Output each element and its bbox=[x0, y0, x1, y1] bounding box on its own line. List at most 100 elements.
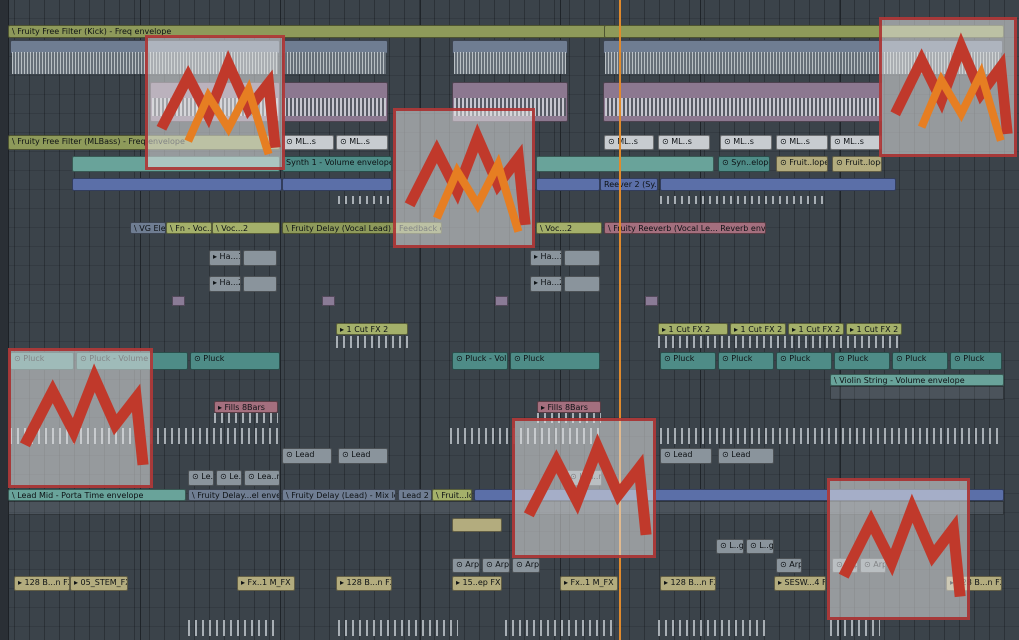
automation-clip[interactable]: Lead 2 bbox=[398, 489, 432, 501]
audio-clip[interactable]: ▸ Fills 8Bars bbox=[537, 401, 601, 413]
clip-label: Lead 2 bbox=[402, 491, 429, 500]
pattern-clip[interactable]: ⊙ Pluck bbox=[718, 352, 774, 370]
pattern-clip[interactable]: ⊙ Pluck bbox=[892, 352, 948, 370]
audio-waveform bbox=[658, 336, 902, 348]
clip-label: ⊙ ML..s bbox=[340, 137, 370, 146]
audio-clip[interactable]: ▸ 128 B...n FX 2 bbox=[14, 576, 70, 591]
pattern-clip[interactable]: ⊙ Pluck bbox=[834, 352, 890, 370]
pattern-clip[interactable]: ⊙ Arp bbox=[512, 558, 540, 573]
automation-clip[interactable] bbox=[72, 178, 282, 191]
pattern-clip[interactable]: ⊙ L..gh bbox=[716, 539, 744, 554]
automation-clip[interactable]: \ Fn - Voc..1 bbox=[166, 222, 212, 234]
pattern-clip[interactable]: ⊙ ML..s bbox=[720, 135, 772, 150]
audio-clip[interactable]: ▸ Fx..1 M_FX bbox=[237, 576, 295, 591]
pattern-clip[interactable]: ⊙ ML..s bbox=[830, 135, 882, 150]
pattern-clip[interactable] bbox=[172, 296, 185, 306]
automation-clip[interactable]: \ Fruity Delay...el envelope bbox=[188, 489, 280, 501]
automation-clip[interactable]: \ Fruit...lope bbox=[432, 489, 472, 501]
pattern-clip[interactable] bbox=[645, 296, 658, 306]
audio-clip[interactable]: ▸ Ha...2 bbox=[530, 276, 562, 292]
clip-label: ⊙ ML..s bbox=[724, 137, 754, 146]
automation-clip[interactable] bbox=[660, 178, 896, 191]
audio-waveform bbox=[658, 620, 768, 636]
automation-clip[interactable]: \ Violin String - Volume envelope bbox=[830, 374, 1004, 386]
pattern-clip[interactable]: ⊙ Arp bbox=[776, 558, 802, 573]
pattern-clip[interactable]: ⊙ Lead bbox=[718, 448, 774, 464]
pattern-clip[interactable]: ⊙ ML..s bbox=[336, 135, 388, 150]
pattern-clip[interactable]: ⊙ Le...s bbox=[216, 470, 242, 486]
pattern-clip[interactable]: ⊙ Lead bbox=[660, 448, 712, 464]
automation-clip[interactable]: Synth 1 - Volume envelope bbox=[282, 156, 392, 172]
pattern-clip[interactable]: ⊙ Lea..rs bbox=[244, 470, 280, 486]
pattern-clip[interactable]: ⊙ Arp bbox=[482, 558, 510, 573]
automation-clip[interactable]: ⊙ Fruit..lope bbox=[776, 156, 828, 172]
pattern-clip[interactable] bbox=[495, 296, 508, 306]
audio-clip[interactable]: ▸ 1 Cut FX 2 bbox=[336, 323, 408, 335]
pattern-clip[interactable]: ⊙ ML..s bbox=[604, 135, 654, 150]
pattern-clip[interactable]: ⊙ Pluck - Volume bbox=[452, 352, 508, 370]
audio-clip[interactable]: ▸ 05_STEM_FX bbox=[70, 576, 128, 591]
audio-clip[interactable] bbox=[564, 276, 600, 292]
pattern-clip[interactable]: ⊙ L..gh bbox=[746, 539, 774, 554]
automation-clip[interactable]: \ Fruity Reeverb (Vocal Le... Reverb env… bbox=[604, 222, 766, 234]
pattern-clip[interactable]: ⊙ Le...s bbox=[188, 470, 214, 486]
audio-clip[interactable]: ▸ 1 Cut FX 2 bbox=[730, 323, 786, 335]
automation-clip[interactable] bbox=[282, 178, 392, 191]
clip-label: ⊙ Pluck bbox=[194, 354, 225, 363]
audio-clip[interactable]: ▸ 1 Cut FX 2 bbox=[846, 323, 902, 335]
automation-clip[interactable] bbox=[536, 156, 714, 172]
audio-clip[interactable]: ▸ 15..ep FX bbox=[452, 576, 502, 591]
automation-clip[interactable]: \ Voc...2 bbox=[536, 222, 602, 234]
audio-clip[interactable]: ▸ Fx..1 M_FX bbox=[560, 576, 618, 591]
note-preview bbox=[660, 196, 826, 204]
clip-label: ⊙ Lea..rs bbox=[248, 472, 280, 481]
clip-label: \ Fruity Delay (Lead) - Mix level bbox=[286, 491, 395, 500]
automation-clip[interactable]: ⊙ Fruit..lope bbox=[832, 156, 882, 172]
pattern-clip[interactable]: ⊙ Pluck bbox=[776, 352, 832, 370]
pattern-clip[interactable]: ⊙ ML..s bbox=[282, 135, 334, 150]
pattern-clip[interactable]: ⊙ Pluck bbox=[510, 352, 600, 370]
clip-label: ▸ Fx..1 M_FX bbox=[564, 578, 614, 587]
audio-clip[interactable]: ▸ SESW...4 FX bbox=[774, 576, 826, 591]
automation-clip[interactable]: Reever 2 (Sy... bbox=[600, 178, 658, 191]
clip-label: ⊙ Arp bbox=[456, 560, 480, 569]
automation-clip[interactable]: \ Fruity Free Filter (Kick) - Freq envel… bbox=[8, 25, 608, 38]
audio-clip[interactable]: ▸ 128 B...n FX 2 bbox=[336, 576, 392, 591]
automation-clip[interactable] bbox=[536, 178, 600, 191]
watermark-logo-icon bbox=[827, 478, 970, 620]
automation-clip[interactable]: ⊙ Syn..elope bbox=[718, 156, 770, 172]
bar-line bbox=[140, 0, 141, 640]
pattern-clip[interactable]: ⊙ Pluck bbox=[660, 352, 716, 370]
audio-clip[interactable] bbox=[243, 276, 277, 292]
clip-label: ⊙ Lead bbox=[664, 450, 693, 459]
audio-clip[interactable] bbox=[452, 518, 502, 532]
audio-clip[interactable]: ▸ Fills 8Bars bbox=[214, 401, 278, 413]
audio-clip[interactable]: ▸ 1 Cut FX 2 bbox=[658, 323, 728, 335]
clip-label: Synth 1 - Volume envelope bbox=[286, 158, 392, 167]
audio-clip[interactable]: ▸ 128 B...n FX 2 bbox=[660, 576, 716, 591]
automation-clip[interactable]: \ Fruity Delay (Lead) - Mix level bbox=[282, 489, 396, 501]
pattern-clip[interactable]: ⊙ Pluck bbox=[190, 352, 280, 370]
playlist-area[interactable]: \ Fruity Free Filter (Kick) - Freq envel… bbox=[0, 0, 1019, 640]
audio-clip[interactable] bbox=[564, 250, 600, 266]
audio-clip[interactable]: ▸ Ha...2 bbox=[209, 276, 241, 292]
pattern-clip[interactable]: ⊙ Lead bbox=[338, 448, 388, 464]
clip-label: ⊙ Pluck bbox=[664, 354, 695, 363]
audio-clip[interactable] bbox=[243, 250, 277, 266]
automation-clip[interactable]: \ Lead Mid - Porta Time envelope bbox=[8, 489, 186, 501]
clip-label: ⊙ Pluck - Volume bbox=[456, 354, 507, 363]
pattern-clip[interactable]: ⊙ ML..s bbox=[658, 135, 710, 150]
clip-label: ⊙ Fruit..lope bbox=[780, 158, 828, 167]
audio-clip[interactable]: ▸ 1 Cut FX 2 bbox=[788, 323, 844, 335]
audio-clip[interactable]: ▸ Ha...1 bbox=[530, 250, 562, 266]
pattern-clip[interactable]: ⊙ Pluck bbox=[950, 352, 1002, 370]
pattern-clip[interactable]: ⊙ Lead bbox=[282, 448, 332, 464]
pattern-clip[interactable]: ⊙ Arp bbox=[452, 558, 480, 573]
clip-label: ▸ Ha...1 bbox=[534, 252, 562, 261]
automation-clip[interactable]: \ VG Elect bbox=[130, 222, 166, 234]
audio-clip[interactable]: ▸ Ha...1 bbox=[209, 250, 241, 266]
watermark-logo-icon bbox=[145, 35, 285, 170]
pattern-clip[interactable] bbox=[322, 296, 335, 306]
pattern-clip[interactable]: ⊙ ML..s bbox=[776, 135, 828, 150]
automation-clip[interactable]: \ Voc...2 bbox=[212, 222, 280, 234]
